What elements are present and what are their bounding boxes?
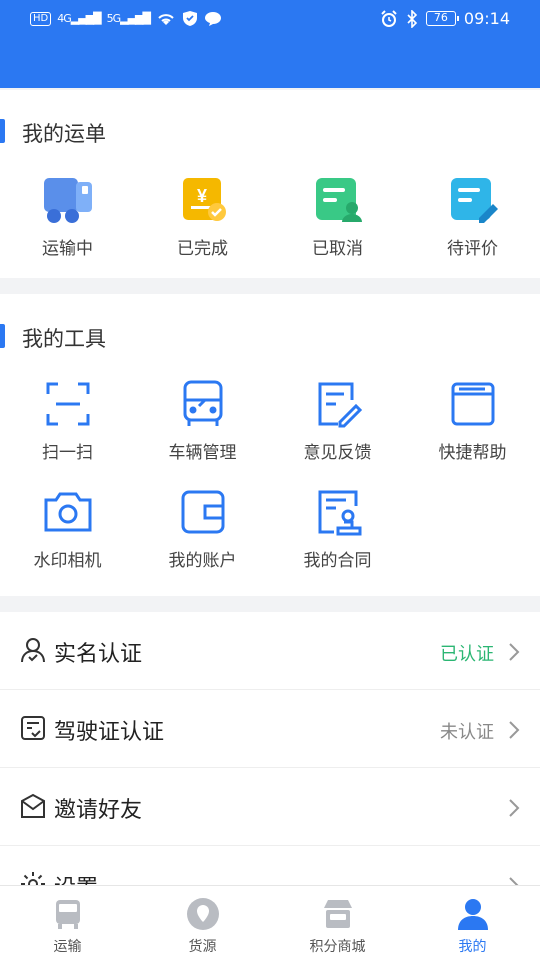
orders-title: 我的运单 xyxy=(22,122,106,146)
order-in-transit[interactable]: 运输中 xyxy=(0,172,135,259)
tool-my-account[interactable]: 我的账户 xyxy=(135,484,270,571)
tool-my-contract-label: 我的合同 xyxy=(303,551,372,571)
store-tab-icon xyxy=(323,900,352,928)
verification-status: 未认证 xyxy=(440,722,494,743)
yuan-check-icon: ¥ xyxy=(182,178,226,221)
contract-stamp-icon xyxy=(318,490,361,536)
bus-icon xyxy=(183,380,222,426)
chevron-right-icon xyxy=(509,643,520,661)
tools-card: 我的工具 扫一扫 车辆管理 意见反馈 快捷帮助 水印相机 我的账户 我的合同 xyxy=(0,294,540,596)
list-row-real-name[interactable]: 实名认证 已认证 xyxy=(0,612,540,690)
alarm-icon xyxy=(381,9,397,27)
scan-icon xyxy=(46,382,89,426)
message-icon xyxy=(204,11,221,26)
list-row-label: 设置 xyxy=(54,870,98,885)
bottom-tab-bar: 运输 货源 积分商城 我的 xyxy=(0,885,540,960)
gear-icon xyxy=(21,872,45,885)
tool-scan[interactable]: 扫一扫 xyxy=(0,376,135,463)
tool-my-account-label: 我的账户 xyxy=(168,551,237,571)
order-pending-review-label: 待评价 xyxy=(447,239,498,259)
tab-mine[interactable]: 我的 xyxy=(405,886,540,960)
doc-edit-icon xyxy=(450,178,498,223)
tab-transport[interactable]: 运输 xyxy=(0,886,135,960)
list-row-invite-friends[interactable]: 邀请好友 xyxy=(0,768,540,846)
signal-5g-icon: 5G▂▄▆█ xyxy=(106,12,151,25)
tool-vehicle-management-label: 车辆管理 xyxy=(168,443,237,463)
tab-label: 我的 xyxy=(458,939,487,955)
list-row-label: 邀请好友 xyxy=(54,798,143,823)
bus-tab-icon xyxy=(55,900,80,929)
order-pending-review[interactable]: 待评价 xyxy=(405,172,540,259)
tool-feedback[interactable]: 意见反馈 xyxy=(270,376,405,463)
tool-watermark-camera-label: 水印相机 xyxy=(33,551,102,571)
signal-5g-label: 5G xyxy=(106,12,121,25)
bluetooth-icon xyxy=(407,9,418,28)
tab-points-mall[interactable]: 积分商城 xyxy=(270,886,405,960)
tool-feedback-label: 意见反馈 xyxy=(303,443,372,463)
user-verify-icon xyxy=(21,638,45,663)
order-cancelled-label: 已取消 xyxy=(312,239,363,259)
camera-icon xyxy=(44,492,91,532)
settings-list: 实名认证 已认证 驾驶证认证 未认证 邀请好友 设置 xyxy=(0,612,540,885)
list-row-settings[interactable]: 设置 xyxy=(0,846,540,885)
svg-text:¥: ¥ xyxy=(197,186,207,206)
tab-label: 积分商城 xyxy=(309,939,366,955)
hd-icon: HD xyxy=(30,11,52,26)
tool-my-contract[interactable]: 我的合同 xyxy=(270,484,405,571)
tab-label: 运输 xyxy=(53,939,82,955)
envelope-icon xyxy=(21,793,45,818)
tab-cargo-source[interactable]: 货源 xyxy=(135,886,270,960)
user-tab-icon xyxy=(457,899,488,930)
chevron-right-icon xyxy=(509,721,520,739)
wifi-icon xyxy=(158,13,174,25)
truck-icon xyxy=(43,178,92,223)
tool-scan-label: 扫一扫 xyxy=(42,443,93,463)
tool-quick-help[interactable]: 快捷帮助 xyxy=(405,376,540,463)
tools-title: 我的工具 xyxy=(22,327,106,351)
chevron-right-icon xyxy=(509,799,520,817)
order-in-transit-label: 运输中 xyxy=(42,239,93,259)
section-accent-bar xyxy=(0,324,5,348)
order-cancelled[interactable]: 已取消 xyxy=(270,172,405,259)
tab-label: 货源 xyxy=(188,939,217,955)
list-row-driver-license[interactable]: 驾驶证认证 未认证 xyxy=(0,690,540,768)
order-completed[interactable]: ¥ 已完成 xyxy=(135,172,270,259)
tool-quick-help-label: 快捷帮助 xyxy=(438,443,507,463)
license-icon xyxy=(21,716,45,740)
signal-4g-icon: 4G▂▄▆█ xyxy=(57,12,101,25)
doc-user-icon xyxy=(315,178,362,222)
list-row-label: 实名认证 xyxy=(54,642,143,667)
wallet-icon xyxy=(181,490,224,534)
orders-card: 我的运单 运输中 ¥ 已完成 已取消 待评价 xyxy=(0,90,540,278)
status-time: 09:14 xyxy=(463,9,510,28)
tool-vehicle-management[interactable]: 车辆管理 xyxy=(135,376,270,463)
feedback-icon xyxy=(318,382,362,428)
shield-icon xyxy=(182,11,197,26)
verification-status: 已认证 xyxy=(440,644,494,665)
list-row-label: 驾驶证认证 xyxy=(54,720,165,745)
tool-watermark-camera[interactable]: 水印相机 xyxy=(0,484,135,571)
chevron-right-icon xyxy=(509,877,519,885)
order-completed-label: 已完成 xyxy=(177,239,228,259)
signal-4g-label: 4G xyxy=(57,12,71,25)
battery-indicator: 76 xyxy=(425,11,459,26)
help-window-icon xyxy=(451,382,494,426)
section-accent-bar xyxy=(0,119,5,143)
location-tab-icon xyxy=(186,898,219,930)
status-bar: HD 4G▂▄▆█ 5G▂▄▆█ 76 09:14 xyxy=(0,0,540,40)
